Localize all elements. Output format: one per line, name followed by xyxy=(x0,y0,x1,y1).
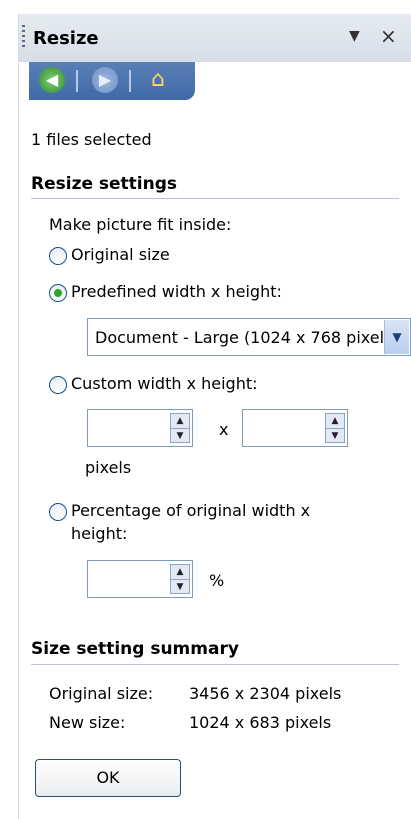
spin-buttons[interactable]: ▲ ▼ xyxy=(170,564,190,594)
custom-width-spinner[interactable]: ▲ ▼ xyxy=(87,409,193,447)
custom-label[interactable]: Custom width x height: xyxy=(71,374,258,393)
size-summary-heading: Size setting summary xyxy=(31,639,239,659)
predefined-label[interactable]: Predefined width x height: xyxy=(71,282,282,301)
selection-status: 1 files selected xyxy=(31,130,152,149)
predefined-size-select[interactable]: Document - Large (1024 x 768 pixels) ▼ xyxy=(87,318,411,356)
original-size-summary-value: 3456 x 2304 pixels xyxy=(189,684,342,703)
navigation-bar: ◀ ▶ ⌂ xyxy=(29,62,195,100)
section-divider xyxy=(31,198,399,199)
chevron-down-icon[interactable]: ▼ xyxy=(384,320,409,354)
spin-buttons[interactable]: ▲ ▼ xyxy=(325,413,345,443)
resize-task-pane: Resize ▼ × ◀ ▶ ⌂ 1 files selected Resize… xyxy=(18,14,411,819)
custom-height-spinner[interactable]: ▲ ▼ xyxy=(242,409,348,447)
nav-separator xyxy=(76,70,78,92)
close-icon[interactable]: × xyxy=(380,24,397,48)
ok-button[interactable]: OK xyxy=(35,759,181,797)
pane-menu-dropdown-icon[interactable]: ▼ xyxy=(349,28,360,44)
new-size-summary-label: New size: xyxy=(49,713,126,732)
nav-separator xyxy=(129,70,131,92)
resize-settings-heading: Resize settings xyxy=(31,174,178,194)
arrow-right-icon[interactable]: ▶ xyxy=(92,67,118,93)
original-size-summary-label: Original size: xyxy=(49,684,154,703)
fit-inside-label: Make picture fit inside: xyxy=(49,215,232,234)
pixels-unit-label: pixels xyxy=(85,458,132,477)
spin-buttons[interactable]: ▲ ▼ xyxy=(170,413,190,443)
home-icon[interactable]: ⌂ xyxy=(145,67,171,93)
original-size-label[interactable]: Original size xyxy=(71,245,170,264)
predefined-size-value: Document - Large (1024 x 768 pixels) xyxy=(95,328,399,347)
section-divider xyxy=(31,664,399,665)
pane-titlebar: Resize ▼ × xyxy=(19,14,411,62)
percent-unit-label: % xyxy=(209,571,225,590)
percentage-label-line2[interactable]: height: xyxy=(71,524,127,543)
radio-original-size[interactable] xyxy=(49,247,67,265)
pane-title: Resize xyxy=(33,28,99,49)
drag-grip[interactable] xyxy=(22,25,25,50)
times-separator: x xyxy=(219,420,229,439)
radio-custom[interactable] xyxy=(49,376,67,394)
radio-selected-dot xyxy=(54,289,62,297)
radio-percentage[interactable] xyxy=(49,503,67,521)
arrow-left-icon[interactable]: ◀ xyxy=(39,67,65,93)
radio-predefined[interactable] xyxy=(49,284,67,302)
percentage-label-line1[interactable]: Percentage of original width x xyxy=(71,501,310,520)
new-size-summary-value: 1024 x 683 pixels xyxy=(189,713,332,732)
percentage-spinner[interactable]: ▲ ▼ xyxy=(87,560,193,598)
